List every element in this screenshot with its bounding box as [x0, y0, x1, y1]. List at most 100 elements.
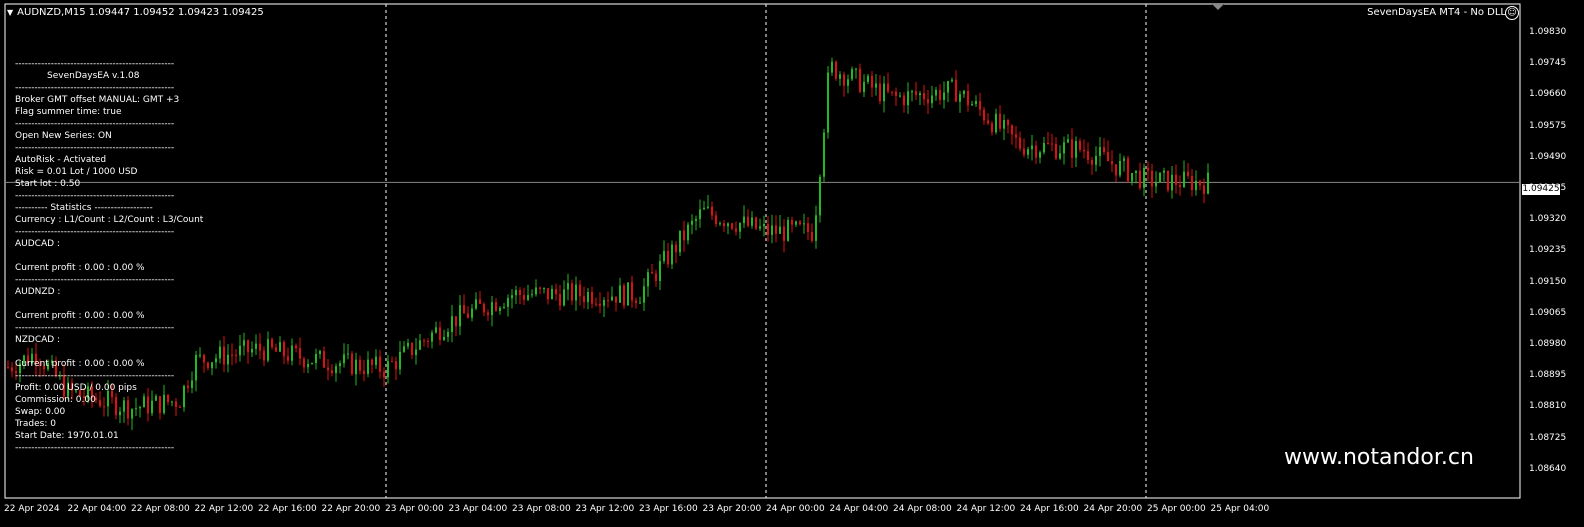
- candle-body: [1123, 158, 1125, 161]
- candle-body: [231, 354, 233, 356]
- ea-panel-line: ----------------------------------------…: [15, 371, 175, 381]
- candle-body: [927, 99, 929, 104]
- ea-panel-line: [15, 298, 203, 310]
- candle-body: [283, 342, 285, 357]
- candle-body: [699, 209, 701, 219]
- time-axis-label: 22 Apr 16:00: [258, 504, 317, 514]
- time-axis-label: 24 Apr 04:00: [829, 504, 889, 514]
- price-axis-label: 1.09320: [1529, 214, 1567, 225]
- symbol-info: AUDNZD,M15 1.09447 1.09452 1.09423 1.094…: [17, 7, 264, 18]
- candle-body: [11, 367, 13, 372]
- candle-body: [1027, 149, 1029, 155]
- time-axis-label: 25 Apr 04:00: [1210, 504, 1270, 514]
- ea-panel-line: Current profit : 0.00 : 0.00 %: [15, 263, 145, 273]
- candle-body: [267, 339, 269, 361]
- candle-body: [963, 90, 965, 95]
- candle-body: [1007, 120, 1009, 126]
- ea-panel-line: ----------------------------------------…: [15, 443, 175, 453]
- symbol-bar[interactable]: ▼ AUDNZD,M15 1.09447 1.09452 1.09423 1.0…: [7, 7, 264, 18]
- candle-body: [1103, 147, 1105, 153]
- ea-panel-line: Profit: 0.00 USD / 0.00 pips: [15, 383, 137, 393]
- candle-body: [1107, 152, 1109, 162]
- candle-body: [1183, 171, 1185, 188]
- price-axis-label: 1.08725: [1529, 432, 1567, 443]
- candle-body: [455, 316, 457, 327]
- candle-body: [627, 282, 629, 306]
- candle-body: [739, 223, 741, 232]
- candle-body: [1047, 142, 1049, 144]
- candle-body: [1139, 170, 1141, 188]
- candle-body: [1187, 171, 1189, 177]
- candle-body: [367, 359, 369, 374]
- candle-body: [291, 345, 293, 361]
- ea-panel-line: ---------- Statistics ------------------: [15, 203, 153, 213]
- candle-body: [1135, 170, 1137, 173]
- candle-body: [403, 346, 405, 352]
- candle-body: [795, 221, 797, 225]
- candle-body: [447, 331, 449, 337]
- time-axis-label: 24 Apr 12:00: [956, 504, 1016, 514]
- chart-shift-marker: [1212, 4, 1224, 10]
- candle-body: [1115, 164, 1117, 176]
- candle-body: [591, 292, 593, 304]
- candle-body: [435, 327, 437, 333]
- candle-body: [919, 93, 921, 96]
- candle-body: [219, 346, 221, 359]
- candle-body: [1191, 176, 1193, 191]
- ea-panel-line: AUDNZD :: [15, 287, 61, 297]
- candle-body: [419, 340, 421, 350]
- candle-body: [587, 292, 589, 302]
- time-axis-label: 23 Apr 08:00: [512, 504, 571, 514]
- candle-body: [655, 273, 657, 282]
- candle-body: [787, 220, 789, 241]
- candle-body: [1051, 143, 1053, 145]
- ea-panel-line: ----------------------------------------…: [15, 59, 175, 69]
- candle-body: [299, 348, 301, 359]
- ea-panel-line: AUDCAD :: [15, 239, 60, 249]
- candle-body: [1155, 182, 1157, 187]
- candle-body: [715, 215, 717, 225]
- ea-panel-line: Start lot : 0.50: [15, 179, 81, 189]
- ea-panel-line: Current profit : 0.00 : 0.00 %: [15, 359, 145, 369]
- ea-panel-line: AutoRisk - Activated: [15, 155, 107, 165]
- candle-body: [719, 223, 721, 225]
- candle-body: [807, 223, 809, 233]
- candle-body: [851, 69, 853, 80]
- candle-body: [623, 285, 625, 306]
- smiley-face-icon[interactable]: ☺: [1505, 6, 1519, 20]
- candle-body: [247, 340, 249, 353]
- time-axis-label: 24 Apr 00:00: [766, 504, 825, 514]
- time-axis-label: 24 Apr 20:00: [1083, 504, 1143, 514]
- time-axis-label: 24 Apr 16:00: [1020, 504, 1079, 514]
- candle-body: [1207, 172, 1209, 194]
- candle-body: [259, 343, 261, 351]
- candle-body: [519, 290, 521, 295]
- candle-body: [675, 244, 677, 253]
- time-axis-label: 23 Apr 00:00: [385, 504, 444, 514]
- time-axis-label: 22 Apr 12:00: [194, 504, 254, 514]
- ea-panel-line: SevenDaysEA v.1.08: [47, 71, 140, 81]
- candle-body: [1031, 145, 1033, 150]
- dropdown-triangle-icon[interactable]: ▼: [7, 8, 13, 17]
- ea-panel-line: Swap: 0.00: [15, 407, 66, 417]
- candle-body: [643, 286, 645, 303]
- ea-panel-line: ----------------------------------------…: [15, 143, 175, 153]
- candle-body: [539, 287, 541, 289]
- candle-body: [775, 225, 777, 234]
- candle-body: [1039, 152, 1041, 158]
- candle-body: [211, 362, 213, 369]
- candle-body: [479, 299, 481, 304]
- candle-body: [311, 362, 313, 365]
- candle-body: [843, 74, 845, 86]
- price-axis-label: 1.08980: [1529, 339, 1567, 349]
- candle-body: [651, 272, 653, 274]
- current-price-tag: 1.09425: [1522, 184, 1560, 195]
- candle-body: [943, 92, 945, 100]
- candle-body: [991, 123, 993, 133]
- candle-body: [951, 79, 953, 82]
- candle-body: [731, 223, 733, 229]
- candle-body: [227, 354, 229, 365]
- candle-body: [535, 287, 537, 295]
- candle-body: [347, 353, 349, 355]
- ea-panel-line: [15, 346, 203, 358]
